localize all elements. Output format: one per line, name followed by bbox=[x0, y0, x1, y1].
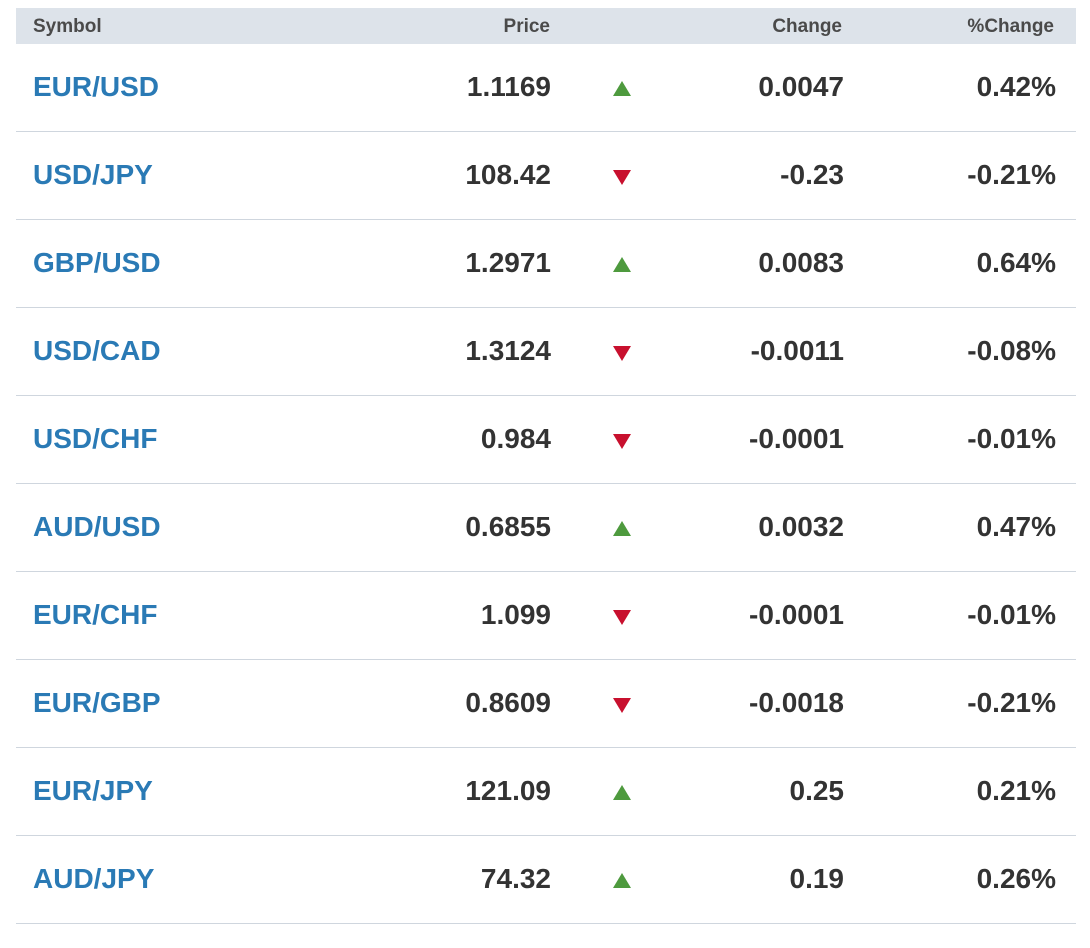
pct-change-value: -0.01% bbox=[967, 599, 1056, 630]
symbol-link[interactable]: AUD/USD bbox=[33, 484, 161, 570]
table-row[interactable]: EUR/USD 1.1169 0.0047 0.42% bbox=[16, 44, 1076, 132]
symbol-link[interactable]: USD/JPY bbox=[33, 132, 153, 218]
pct-change-value: 0.26% bbox=[976, 863, 1056, 894]
pct-change-value: -0.21% bbox=[967, 159, 1056, 190]
column-header-pct-change[interactable]: %Change bbox=[967, 8, 1054, 46]
price-value: 1.2971 bbox=[465, 247, 551, 278]
pct-change-value: 0.47% bbox=[976, 511, 1056, 542]
table-row[interactable]: GBP/USD 1.2971 0.0083 0.64% bbox=[16, 220, 1076, 308]
change-value: 0.0083 bbox=[758, 247, 844, 278]
price-value: 121.09 bbox=[465, 775, 551, 806]
arrow-up-icon bbox=[611, 44, 633, 130]
column-header-change[interactable]: Change bbox=[772, 8, 842, 46]
price-value: 74.32 bbox=[480, 863, 551, 894]
column-header-symbol[interactable]: Symbol bbox=[33, 8, 102, 46]
symbol-link[interactable]: AUD/JPY bbox=[33, 836, 154, 922]
table-row[interactable]: AUD/USD 0.6855 0.0032 0.47% bbox=[16, 484, 1076, 572]
change-value: -0.0001 bbox=[749, 599, 844, 630]
change-value: -0.23 bbox=[780, 159, 844, 190]
price-value: 0.984 bbox=[480, 423, 551, 454]
column-header-price[interactable]: Price bbox=[504, 8, 550, 46]
arrow-down-icon bbox=[611, 132, 633, 218]
symbol-link[interactable]: USD/CHF bbox=[33, 396, 157, 482]
arrow-up-icon bbox=[611, 836, 633, 922]
price-value: 1.099 bbox=[480, 599, 551, 630]
pct-change-value: 0.64% bbox=[976, 247, 1056, 278]
table-row[interactable]: AUD/JPY 74.32 0.19 0.26% bbox=[16, 836, 1076, 924]
arrow-up-icon bbox=[611, 220, 633, 306]
symbol-link[interactable]: EUR/CHF bbox=[33, 572, 157, 658]
arrow-down-icon bbox=[611, 396, 633, 482]
table-row[interactable]: EUR/GBP 0.8609 -0.0018 -0.21% bbox=[16, 660, 1076, 748]
change-value: 0.25 bbox=[789, 775, 845, 806]
pct-change-value: -0.08% bbox=[967, 335, 1056, 366]
symbol-link[interactable]: USD/CAD bbox=[33, 308, 161, 394]
change-value: -0.0018 bbox=[749, 687, 844, 718]
price-value: 1.1169 bbox=[466, 71, 551, 102]
symbol-link[interactable]: EUR/USD bbox=[33, 44, 159, 130]
symbol-link[interactable]: EUR/JPY bbox=[33, 748, 153, 834]
table-row[interactable]: USD/JPY 108.42 -0.23 -0.21% bbox=[16, 132, 1076, 220]
arrow-up-icon bbox=[611, 484, 633, 570]
arrow-down-icon bbox=[611, 308, 633, 394]
symbol-link[interactable]: GBP/USD bbox=[33, 220, 161, 306]
symbol-link[interactable]: EUR/GBP bbox=[33, 660, 161, 746]
price-value: 0.8609 bbox=[465, 687, 551, 718]
table-row[interactable]: USD/CAD 1.3124 -0.0011 -0.08% bbox=[16, 308, 1076, 396]
change-value: -0.0011 bbox=[750, 335, 844, 366]
arrow-down-icon bbox=[611, 660, 633, 746]
pct-change-value: 0.42% bbox=[976, 71, 1056, 102]
change-value: 0.0032 bbox=[758, 511, 844, 542]
table-row[interactable]: EUR/JPY 121.09 0.25 0.21% bbox=[16, 748, 1076, 836]
price-value: 0.6855 bbox=[465, 511, 551, 542]
price-value: 108.42 bbox=[465, 159, 551, 190]
pct-change-value: -0.01% bbox=[967, 423, 1056, 454]
pct-change-value: 0.21% bbox=[976, 775, 1056, 806]
arrow-down-icon bbox=[611, 572, 633, 658]
table-body: EUR/USD 1.1169 0.0047 0.42% USD/JPY 108.42 -0.… bbox=[16, 44, 1076, 924]
change-value: 0.19 bbox=[789, 863, 845, 894]
arrow-up-icon bbox=[611, 748, 633, 834]
pct-change-value: -0.21% bbox=[967, 687, 1056, 718]
change-value: -0.0001 bbox=[749, 423, 844, 454]
quotes-table: Symbol Price Change %Change EUR/USD 1.116… bbox=[16, 8, 1076, 924]
change-value: 0.0047 bbox=[758, 71, 844, 102]
table-header: Symbol Price Change %Change bbox=[16, 8, 1076, 44]
table-row[interactable]: USD/CHF 0.984 -0.0001 -0.01% bbox=[16, 396, 1076, 484]
price-value: 1.3124 bbox=[465, 335, 551, 366]
table-row[interactable]: EUR/CHF 1.099 -0.0001 -0.01% bbox=[16, 572, 1076, 660]
